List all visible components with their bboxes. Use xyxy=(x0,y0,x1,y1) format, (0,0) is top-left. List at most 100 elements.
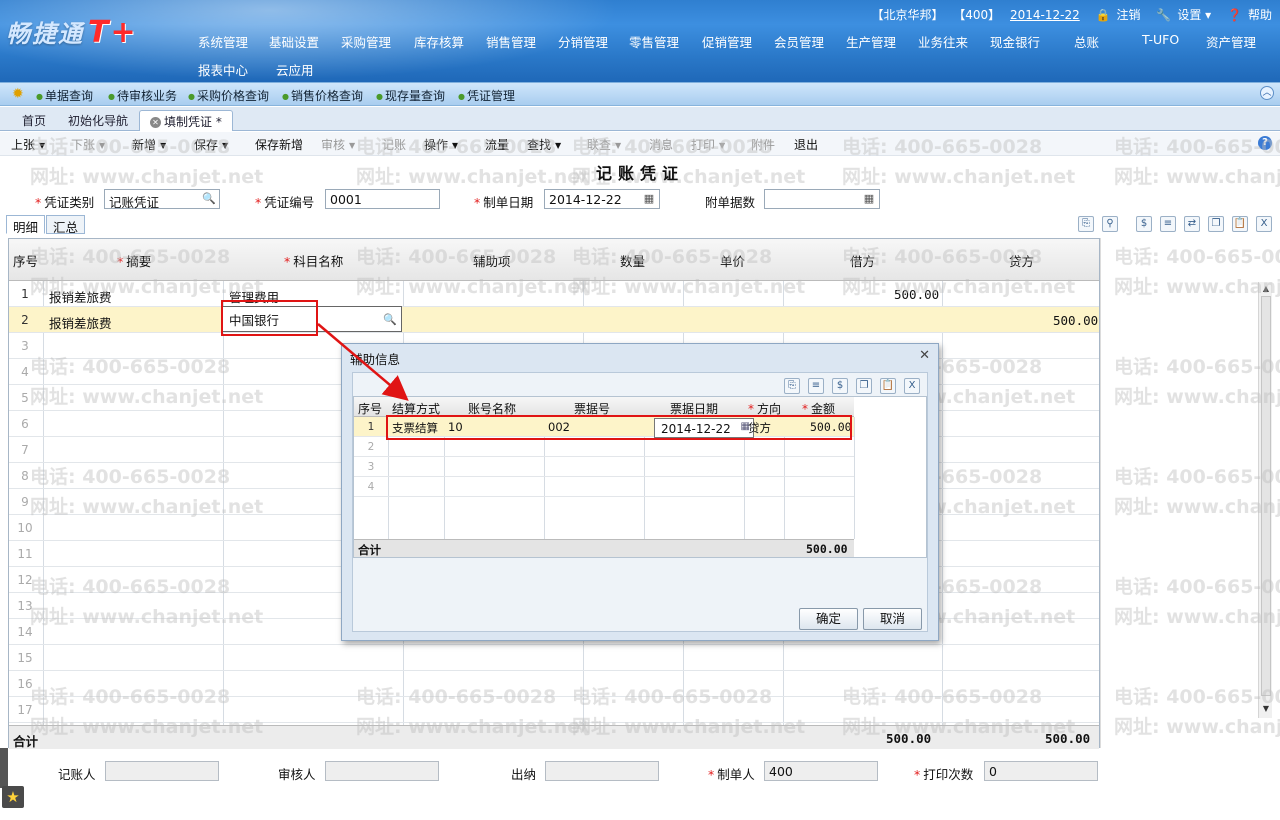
operate-button[interactable]: 操作 ▼ xyxy=(424,136,458,153)
export-excel-icon[interactable]: X xyxy=(1256,216,1272,232)
save-button[interactable]: 保存 ▼ xyxy=(194,136,228,153)
attach-button[interactable]: 附件 xyxy=(751,136,775,153)
menu-item[interactable]: T-UFO xyxy=(1142,32,1179,47)
save-new-button[interactable]: 保存新增 xyxy=(255,136,303,153)
menu-item[interactable]: 基础设置 xyxy=(269,32,319,51)
audit-button[interactable]: 审核 ▼ xyxy=(321,136,355,153)
post-button[interactable]: 记账 xyxy=(382,136,406,153)
quick-link[interactable]: ● 待审核业务 xyxy=(108,87,177,104)
scroll-down-icon[interactable]: ▼ xyxy=(1261,704,1271,714)
copy-icon[interactable]: ❐ xyxy=(1208,216,1224,232)
paste-icon[interactable]: 📋 xyxy=(880,378,896,394)
new-button[interactable]: 新增 ▼ xyxy=(132,136,166,153)
account-cell[interactable]: 管理费用 xyxy=(229,287,279,306)
menu-item[interactable]: 报表中心 xyxy=(198,60,248,79)
table-row[interactable]: 16 xyxy=(9,671,1099,697)
menu-item[interactable]: 会员管理 xyxy=(774,32,824,51)
message-button[interactable]: 消息 xyxy=(649,136,673,153)
amount-cell[interactable]: 500.00 xyxy=(810,420,852,434)
export-excel-icon[interactable]: X xyxy=(904,378,920,394)
login-date[interactable]: 2014-12-22 xyxy=(1010,8,1080,22)
quick-link[interactable]: ● 销售价格查询 xyxy=(282,87,363,104)
menu-item[interactable]: 现金银行 xyxy=(990,32,1040,51)
flow-button[interactable]: 流量 xyxy=(485,136,509,153)
menu-item[interactable]: 云应用 xyxy=(276,60,314,79)
voucher-no-field[interactable]: 0001 xyxy=(325,189,440,209)
find-button[interactable]: 查找 ▼ xyxy=(527,136,561,153)
help-icon[interactable]: ? xyxy=(1258,136,1272,150)
close-icon[interactable]: ✕ xyxy=(919,348,930,363)
table-row[interactable]: 2 报销差旅费 500.00 xyxy=(9,307,1099,333)
menu-item[interactable]: 零售管理 xyxy=(629,32,679,51)
tab-init-nav[interactable]: 初始化导航 xyxy=(58,110,138,131)
table-row[interactable]: 1 报销差旅费 管理费用 500.00 xyxy=(9,281,1099,307)
logout-button[interactable]: 🔒 注销 xyxy=(1090,8,1141,22)
menu-item[interactable]: 采购管理 xyxy=(341,32,391,51)
tab-summary[interactable]: 汇总 xyxy=(46,215,86,235)
debit-cell[interactable]: 500.00 xyxy=(894,287,939,302)
menu-item[interactable]: 总账 xyxy=(1074,32,1099,51)
insert-row-icon[interactable]: ≡ xyxy=(808,378,824,394)
bill-date-field[interactable]: 2014-12-22 ▦ xyxy=(654,418,754,438)
favorites-star-icon[interactable]: ★ xyxy=(2,786,24,808)
menu-item[interactable]: 生产管理 xyxy=(846,32,896,51)
dialog-row[interactable]: 1 支票结算 10 002 2014-12-22 ▦ 贷方 500.00 xyxy=(354,417,854,438)
settings-button[interactable]: 🔧 设置 ▾ xyxy=(1150,8,1211,22)
insert-row-icon[interactable]: ≡ xyxy=(1160,216,1176,232)
copy-row-icon[interactable]: ⎘ xyxy=(1078,216,1094,232)
quick-link[interactable]: ● 单据查询 xyxy=(36,87,93,104)
menu-item[interactable]: 库存核算 xyxy=(414,32,464,51)
quick-link[interactable]: ● 凭证管理 xyxy=(458,87,515,104)
menu-item[interactable]: 分销管理 xyxy=(558,32,608,51)
grid-scrollbar[interactable]: ▲ ▼ xyxy=(1258,282,1272,718)
direction-cell[interactable]: 贷方 xyxy=(748,420,771,436)
link-query-button[interactable]: 联查 ▼ xyxy=(587,136,621,153)
copy-row-icon[interactable]: ⎘ xyxy=(784,378,800,394)
collapse-icon[interactable]: ︿ xyxy=(1260,86,1274,100)
search-icon[interactable]: 🔍 xyxy=(383,313,397,326)
voucher-date-field[interactable]: 2014-12-22 ▦ xyxy=(544,189,660,209)
dialog-row[interactable]: 3 xyxy=(354,457,854,477)
paste-icon[interactable]: 📋 xyxy=(1232,216,1248,232)
balance-icon[interactable]: $ xyxy=(1136,216,1152,232)
quick-link[interactable]: ● 现存量查询 xyxy=(376,87,445,104)
summary-cell[interactable]: 报销差旅费 xyxy=(49,287,112,306)
find-row-icon[interactable]: ⚲ xyxy=(1102,216,1118,232)
account-edit-field[interactable]: 中国银行 🔍 xyxy=(222,306,402,332)
calendar-icon[interactable]: ▦ xyxy=(862,192,876,206)
account-name-cell[interactable]: 10 xyxy=(448,420,463,434)
scroll-thumb[interactable] xyxy=(1261,296,1271,696)
table-row[interactable]: 17 xyxy=(9,697,1099,723)
next-button[interactable]: 下张 ▼ xyxy=(71,136,105,153)
close-icon[interactable]: ✕ xyxy=(150,117,161,128)
tab-home[interactable]: 首页 xyxy=(12,110,56,131)
menu-item[interactable]: 促销管理 xyxy=(702,32,752,51)
quick-link[interactable]: ● 采购价格查询 xyxy=(188,87,269,104)
summary-cell[interactable]: 报销差旅费 xyxy=(49,313,112,332)
search-icon[interactable]: 🔍 xyxy=(202,192,216,206)
copy-icon[interactable]: ❐ xyxy=(856,378,872,394)
prev-button[interactable]: 上张 ▼ xyxy=(11,136,45,153)
dialog-row[interactable]: 4 xyxy=(354,477,854,497)
bill-no-cell[interactable]: 002 xyxy=(548,420,570,434)
balance-icon[interactable]: $ xyxy=(832,378,848,394)
menu-item[interactable]: 系统管理 xyxy=(198,32,248,51)
table-row[interactable]: 15 xyxy=(9,645,1099,671)
voucher-type-field[interactable]: 记账凭证 🔍 xyxy=(104,189,220,210)
menu-item[interactable]: 资产管理 xyxy=(1206,32,1256,51)
help-menu-button[interactable]: ❓ 帮助 xyxy=(1221,8,1272,22)
calendar-icon[interactable]: ▦ xyxy=(642,192,656,206)
tab-fill-voucher[interactable]: ✕ 填制凭证 * xyxy=(139,110,233,131)
swap-icon[interactable]: ⇄ xyxy=(1184,216,1200,232)
scroll-up-icon[interactable]: ▲ xyxy=(1261,284,1271,294)
method-cell[interactable]: 支票结算 xyxy=(392,420,438,436)
gear-icon[interactable]: ✹ xyxy=(12,86,28,102)
menu-item[interactable]: 销售管理 xyxy=(486,32,536,51)
attach-count-field[interactable]: ▦ xyxy=(764,189,880,209)
exit-button[interactable]: 退出 xyxy=(794,136,818,153)
menu-item[interactable]: 业务往来 xyxy=(918,32,968,51)
credit-cell[interactable]: 500.00 xyxy=(1053,313,1098,328)
ok-button[interactable]: 确定 xyxy=(799,608,858,630)
print-button[interactable]: 打印 ▼ xyxy=(691,136,725,153)
dialog-row[interactable]: 2 xyxy=(354,437,854,457)
